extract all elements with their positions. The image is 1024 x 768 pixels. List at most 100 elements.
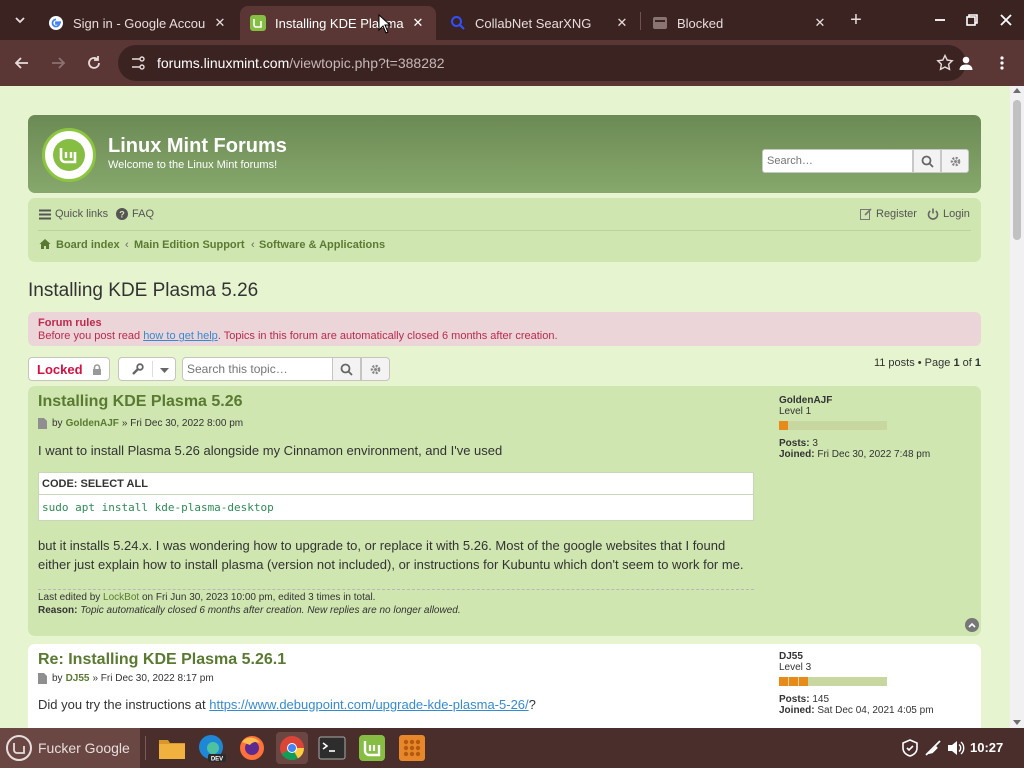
back-to-top-button[interactable] (965, 618, 979, 632)
scroll-up-arrow[interactable] (1013, 88, 1021, 93)
post-author[interactable]: GoldenAJF (66, 418, 119, 429)
body-suffix: ? (528, 697, 536, 712)
post-author[interactable]: DJ55 (66, 673, 90, 684)
profile-joined: Joined: Sat Dec 04, 2021 4:05 pm (779, 705, 934, 716)
site-title[interactable]: Linux Mint Forums (108, 135, 287, 158)
profile-rank: Level 1 (779, 406, 812, 417)
debugpoint-link[interactable]: https://www.debugpoint.com/upgrade-kde-p… (209, 697, 528, 712)
lock-icon (92, 363, 101, 375)
locked-button[interactable]: Locked (28, 357, 110, 381)
joined-label: Joined: (779, 449, 815, 460)
mint-update-launcher[interactable] (356, 732, 388, 764)
minimize-icon (935, 19, 945, 21)
profile-username[interactable]: DJ55 (779, 651, 934, 662)
volume-tray[interactable] (946, 738, 966, 758)
forward-button[interactable] (46, 51, 70, 75)
breadcrumb-main-edition[interactable]: Main Edition Support (134, 239, 245, 251)
edge-dev-launcher[interactable]: DEV (196, 732, 228, 764)
firefox-launcher[interactable] (236, 732, 268, 764)
login-link[interactable]: Login (927, 208, 970, 220)
quick-links-menu[interactable]: Quick links (39, 208, 108, 220)
close-icon[interactable]: ✕ (810, 13, 830, 33)
tab-google-signin[interactable]: Sign in - Google Accou ✕ (38, 6, 238, 40)
rank-pip (789, 677, 798, 686)
browser-toolbar: forums.linuxmint.com/viewtopic.php?t=388… (0, 40, 1024, 86)
posts-count[interactable]: 3 (812, 438, 818, 449)
maximize-button[interactable] (960, 8, 984, 32)
tab-search-button[interactable] (8, 8, 32, 32)
code-content: sudo apt install kde-plasma-desktop (42, 501, 274, 514)
advanced-search-button[interactable] (941, 149, 969, 173)
topic-advanced-search-button[interactable] (361, 357, 390, 381)
breadcrumb-software[interactable]: Software & Applications (259, 239, 385, 251)
post-file-icon[interactable] (38, 673, 47, 684)
breadcrumb-board-index[interactable]: Board index (56, 239, 120, 251)
edit-user-link[interactable]: LockBot (103, 592, 139, 603)
edit-separator (38, 589, 754, 590)
google-icon (49, 16, 63, 30)
register-link[interactable]: Register (860, 208, 917, 220)
posts-count[interactable]: 145 (812, 694, 829, 705)
profile-button[interactable] (954, 51, 978, 75)
topic-tools-button[interactable] (118, 357, 176, 381)
post-file-icon[interactable] (38, 418, 47, 429)
tab-searxng[interactable]: CollabNet SearXNG ✕ (440, 6, 640, 40)
joined-date: Sat Dec 04, 2021 4:05 pm (817, 705, 934, 716)
forum-search-input[interactable] (762, 149, 913, 173)
minimize-button[interactable] (928, 8, 952, 32)
bookmark-star-icon[interactable] (936, 54, 954, 72)
terminal-icon (318, 736, 346, 760)
close-icon[interactable]: ✕ (210, 13, 230, 33)
start-menu-label: Fucker Google (38, 740, 130, 756)
topic-search-button[interactable] (332, 357, 361, 381)
forum-navbar: Quick links ? FAQ Register Login (28, 198, 981, 262)
post-title[interactable]: Installing KDE Plasma 5.26 (38, 393, 243, 411)
topic-title[interactable]: Installing KDE Plasma 5.26 (28, 280, 258, 302)
shield-tray[interactable] (900, 738, 920, 758)
caret-down-icon (160, 368, 169, 373)
menu-button[interactable] (990, 51, 1014, 75)
search-icon (451, 16, 465, 30)
post-title[interactable]: Re: Installing KDE Plasma 5.26.1 (38, 651, 286, 669)
new-tab-button[interactable]: + (844, 8, 868, 32)
chrome-icon (280, 736, 304, 761)
linux-mint-logo[interactable] (42, 128, 96, 182)
search-button[interactable] (913, 149, 941, 173)
reload-button[interactable] (82, 51, 106, 75)
mint-menu-icon (6, 735, 32, 761)
scroll-down-arrow[interactable] (1013, 720, 1021, 725)
files-icon (159, 740, 185, 759)
terminal-launcher[interactable] (316, 732, 348, 764)
tab-installing-kde[interactable]: Installing KDE Plasma ✕ (240, 6, 436, 40)
rules-text-after: . Topics in this forum are automatically… (217, 330, 558, 342)
close-icon[interactable]: ✕ (612, 13, 632, 33)
code-header[interactable]: CODE: SELECT ALL (39, 473, 753, 495)
close-icon[interactable]: ✕ (408, 13, 428, 33)
svg-text:DEV: DEV (211, 757, 223, 763)
back-button[interactable] (10, 51, 34, 75)
clock[interactable]: 10:27 (970, 740, 1003, 755)
topic-search-input[interactable] (182, 357, 333, 381)
app-grid-launcher[interactable] (396, 732, 428, 764)
tab-blocked[interactable]: Blocked ✕ (642, 6, 838, 40)
navbar-divider (38, 230, 971, 231)
close-window-button[interactable] (994, 8, 1018, 32)
profile-posts: Posts: 145 (779, 694, 934, 705)
faq-link[interactable]: ? FAQ (116, 208, 154, 220)
scrollbar-thumb[interactable] (1013, 100, 1021, 240)
post-body-text: but it installs 5.24.x. I was wondering … (38, 538, 744, 572)
files-launcher[interactable] (156, 732, 188, 764)
address-bar[interactable]: forums.linuxmint.com/viewtopic.php?t=388… (118, 45, 966, 81)
network-tray[interactable] (923, 738, 943, 758)
breadcrumb-separator: ‹ (125, 239, 129, 251)
tab-divider (640, 12, 641, 30)
quick-links-label: Quick links (55, 208, 109, 220)
rank-pip (779, 421, 788, 430)
profile-username[interactable]: GoldenAJF (779, 395, 930, 406)
post-profile: DJ55 Level 3 Posts: 145 Joined: Sat Dec … (779, 651, 934, 716)
start-menu-button[interactable]: Fucker Google (0, 728, 140, 768)
breadcrumb-separator: ‹ (251, 239, 255, 251)
how-to-get-help-link[interactable]: how to get help (143, 330, 218, 342)
chrome-launcher[interactable] (276, 732, 308, 764)
page-scrollbar[interactable] (1010, 86, 1024, 728)
